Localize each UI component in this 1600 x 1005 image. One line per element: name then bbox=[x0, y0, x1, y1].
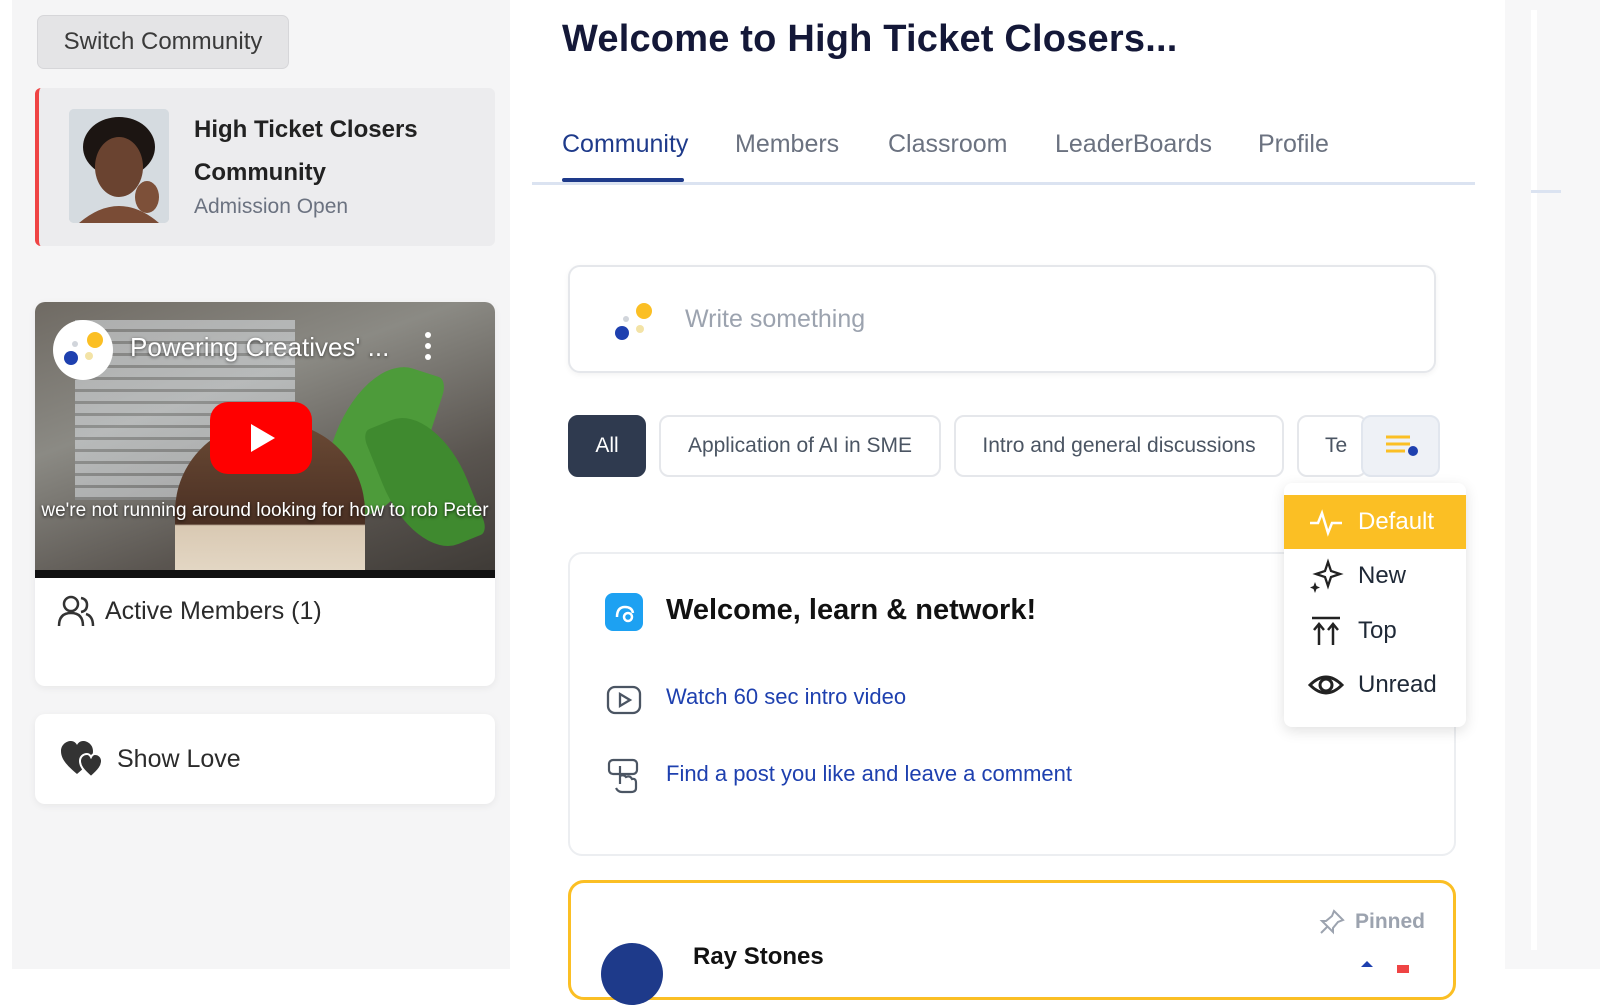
sort-filter-button[interactable] bbox=[1361, 415, 1440, 477]
right-panel-strip bbox=[1531, 10, 1537, 950]
video-card: Powering Creatives' ... we're not runnin… bbox=[35, 302, 495, 686]
chip-application-ai-sme[interactable]: Application of AI in SME bbox=[659, 415, 941, 477]
pin-icon bbox=[1319, 909, 1345, 935]
switch-community-button[interactable]: Switch Community bbox=[37, 15, 289, 69]
sort-option-default[interactable]: Default bbox=[1284, 495, 1466, 549]
play-video-icon bbox=[606, 685, 642, 715]
post-composer[interactable]: Write something bbox=[568, 265, 1436, 373]
users-icon bbox=[57, 595, 95, 627]
video-title[interactable]: Powering Creatives' ... bbox=[130, 332, 389, 363]
sort-option-label: New bbox=[1358, 562, 1407, 589]
chip-truncated[interactable]: Te bbox=[1297, 415, 1367, 477]
tab-bar: Community Members Classroom LeaderBoards… bbox=[532, 90, 1475, 185]
sort-option-label: Default bbox=[1358, 508, 1435, 535]
right-panel-divider bbox=[1531, 190, 1561, 193]
sidebar-edge bbox=[0, 0, 12, 969]
welcome-heading: Welcome, learn & network! bbox=[666, 594, 1037, 626]
eye-icon bbox=[1308, 675, 1344, 695]
tap-hand-icon bbox=[607, 758, 639, 794]
tab-members[interactable]: Members bbox=[735, 130, 839, 159]
sliders-icon bbox=[1385, 435, 1418, 456]
post-reaction-icons bbox=[1361, 961, 1409, 973]
intro-video-player[interactable]: Powering Creatives' ... we're not runnin… bbox=[35, 302, 495, 578]
tab-community[interactable]: Community bbox=[562, 130, 688, 159]
active-members[interactable]: Active Members (1) bbox=[57, 594, 322, 628]
video-caption: we're not running around looking for how… bbox=[41, 500, 489, 521]
sort-option-unread[interactable]: Unread bbox=[1284, 658, 1466, 712]
watch-intro-link[interactable]: Watch 60 sec intro video bbox=[666, 684, 906, 710]
app-logo-icon bbox=[605, 593, 643, 631]
sort-dropdown-menu: Default New Top Unread bbox=[1284, 483, 1466, 727]
right-gutter bbox=[1505, 0, 1600, 969]
main-content: Welcome to High Ticket Closers... Commun… bbox=[510, 0, 1505, 1005]
page-title: Welcome to High Ticket Closers... bbox=[562, 18, 1178, 60]
active-members-label: Active Members (1) bbox=[105, 596, 322, 625]
community-avatar-image bbox=[69, 109, 169, 223]
find-post-link[interactable]: Find a post you like and leave a comment bbox=[666, 761, 1072, 787]
sparkles-icon bbox=[1310, 558, 1344, 593]
left-sidebar: Switch Community High Ticket Closers Com… bbox=[0, 0, 510, 969]
tab-profile[interactable]: Profile bbox=[1258, 130, 1329, 159]
tab-classroom[interactable]: Classroom bbox=[888, 130, 1007, 159]
arrows-up-icon bbox=[1312, 616, 1340, 645]
sort-option-label: Unread bbox=[1358, 671, 1437, 698]
chip-all[interactable]: All bbox=[568, 415, 646, 477]
brand-dots-icon bbox=[615, 303, 652, 340]
video-progress-bar[interactable] bbox=[35, 570, 495, 578]
sort-option-top[interactable]: Top bbox=[1284, 604, 1466, 658]
community-card[interactable]: High Ticket Closers Community Admission … bbox=[35, 88, 495, 246]
activity-icon bbox=[1310, 509, 1342, 537]
community-status: Admission Open bbox=[194, 195, 349, 218]
show-love-card[interactable]: Show Love bbox=[35, 714, 495, 804]
video-more-icon[interactable] bbox=[423, 332, 433, 366]
community-avatar bbox=[69, 109, 169, 223]
show-love-label: Show Love bbox=[117, 744, 241, 773]
author-avatar[interactable] bbox=[601, 943, 663, 1005]
hearts-icon bbox=[61, 741, 103, 778]
channel-logo-icon[interactable] bbox=[53, 320, 113, 380]
tab-leaderboards[interactable]: LeaderBoards bbox=[1055, 130, 1212, 159]
post-author-name[interactable]: Ray Stones bbox=[693, 943, 824, 971]
category-filter-bar: All Application of AI in SME Intro and g… bbox=[568, 415, 1440, 479]
active-tab-indicator bbox=[562, 178, 684, 182]
play-button-icon[interactable] bbox=[210, 402, 312, 474]
community-name: High Ticket Closers Community bbox=[194, 116, 418, 186]
chip-intro-discussions[interactable]: Intro and general discussions bbox=[954, 415, 1284, 477]
composer-placeholder[interactable]: Write something bbox=[685, 305, 865, 334]
sort-option-new[interactable]: New bbox=[1284, 549, 1466, 603]
pinned-badge: Pinned bbox=[1319, 909, 1425, 935]
sort-option-label: Top bbox=[1358, 617, 1397, 644]
pinned-post-card[interactable]: Pinned Ray Stones bbox=[568, 880, 1456, 1005]
pinned-label: Pinned bbox=[1354, 910, 1425, 933]
